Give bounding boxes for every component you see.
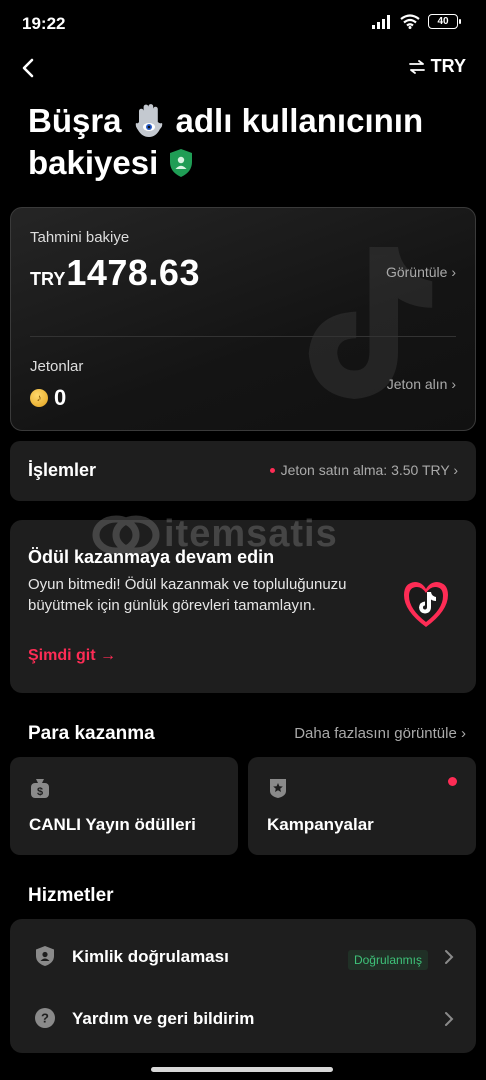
- identity-verification-row[interactable]: Kimlik doğrulaması Doğrulanmış: [10, 925, 476, 985]
- chevron-right-icon: [445, 1012, 454, 1026]
- go-now-link[interactable]: Şimdi git →: [28, 647, 116, 665]
- balance-currency: TRY: [30, 269, 66, 289]
- campaigns-tile[interactable]: Kampanyalar: [248, 757, 476, 855]
- status-bar: 19:22 40: [0, 0, 486, 48]
- live-rewards-tile[interactable]: $ CANLI Yayın ödülleri: [10, 757, 238, 855]
- battery-level: 40: [437, 16, 449, 27]
- back-arrow-icon: [22, 58, 34, 78]
- help-feedback-row[interactable]: ? Yardım ve geri bildirim: [10, 987, 476, 1047]
- services-section-title: Hizmetler: [28, 885, 114, 906]
- services-card: Kimlik doğrulaması Doğrulanmış ? Yardım …: [10, 919, 476, 1053]
- username: Büşra: [28, 102, 122, 139]
- signal-icon: [372, 14, 390, 29]
- coins-label: Jetonlar: [30, 358, 84, 375]
- hamsa-emoji-icon: [135, 104, 162, 137]
- top-nav: TRY: [0, 50, 486, 86]
- transactions-row[interactable]: İşlemler Jeton satın alma: 3.50 TRY ›: [10, 441, 476, 501]
- notification-dot: [269, 467, 275, 473]
- verified-badge: Doğrulanmış: [347, 950, 428, 970]
- swap-arrows-icon: [408, 59, 425, 74]
- help-feedback-label: Yardım ve geri bildirim: [72, 1009, 255, 1028]
- campaigns-label: Kampanyalar: [267, 815, 374, 834]
- earn-section-title: Para kazanma: [28, 723, 155, 744]
- chevron-right-icon: [445, 950, 454, 964]
- balance-card: Tahmini bakiye TRY 1478.63 Görüntüle › J…: [10, 207, 476, 431]
- home-indicator[interactable]: [151, 1067, 333, 1072]
- battery-icon: 40: [428, 14, 461, 29]
- back-button[interactable]: [16, 54, 42, 82]
- verified-shield-icon: [170, 149, 193, 177]
- transactions-title: İşlemler: [28, 460, 97, 480]
- wifi-icon: [400, 14, 420, 29]
- identity-verification-label: Kimlik doğrulaması: [72, 947, 229, 966]
- transactions-info-text: Jeton satın alma: 3.50 TRY ›: [280, 462, 458, 478]
- reward-text: Oyun bitmedi! Ödül kazanmak ve topluluğu…: [28, 576, 347, 614]
- page-title: Büşra adlı kullanıcının bakiyesi: [28, 100, 458, 184]
- status-icons: 40: [372, 14, 461, 29]
- notification-dot: [448, 777, 457, 786]
- currency-switch-button[interactable]: TRY: [408, 56, 466, 77]
- help-icon: ?: [35, 1008, 55, 1028]
- status-time: 19:22: [22, 14, 66, 33]
- title-suffix: adlı kullanıcının: [175, 102, 424, 139]
- balance-amount: 1478.63: [66, 252, 200, 293]
- view-balance-link[interactable]: Görüntüle ›: [386, 264, 456, 280]
- divider: [30, 336, 456, 337]
- svg-text:?: ?: [41, 1011, 49, 1026]
- tiktok-heart-icon: [404, 582, 448, 627]
- svg-text:$: $: [37, 786, 43, 798]
- get-coins-link[interactable]: Jeton alın ›: [387, 376, 456, 392]
- reward-card: Ödül kazanmaya devam edin Oyun bitmedi! …: [10, 520, 476, 693]
- star-badge-icon: [270, 779, 286, 798]
- title-line2: bakiyesi: [28, 144, 159, 181]
- transactions-info: Jeton satın alma: 3.50 TRY ›: [269, 462, 458, 478]
- see-more-link[interactable]: Daha fazlasını görüntüle ›: [294, 725, 466, 742]
- balance-value: TRY 1478.63: [30, 252, 200, 294]
- balance-label: Tahmini bakiye: [30, 229, 130, 246]
- shield-user-icon: [36, 946, 54, 966]
- reward-title: Ödül kazanmaya devam edin: [28, 547, 275, 567]
- currency-label: TRY: [430, 56, 466, 76]
- coins-value-row: ♪ 0: [30, 385, 66, 411]
- live-rewards-label: CANLI Yayın ödülleri: [29, 815, 196, 834]
- money-bag-icon: $: [31, 779, 49, 798]
- coin-icon: ♪: [30, 389, 48, 407]
- coins-value: 0: [54, 385, 67, 410]
